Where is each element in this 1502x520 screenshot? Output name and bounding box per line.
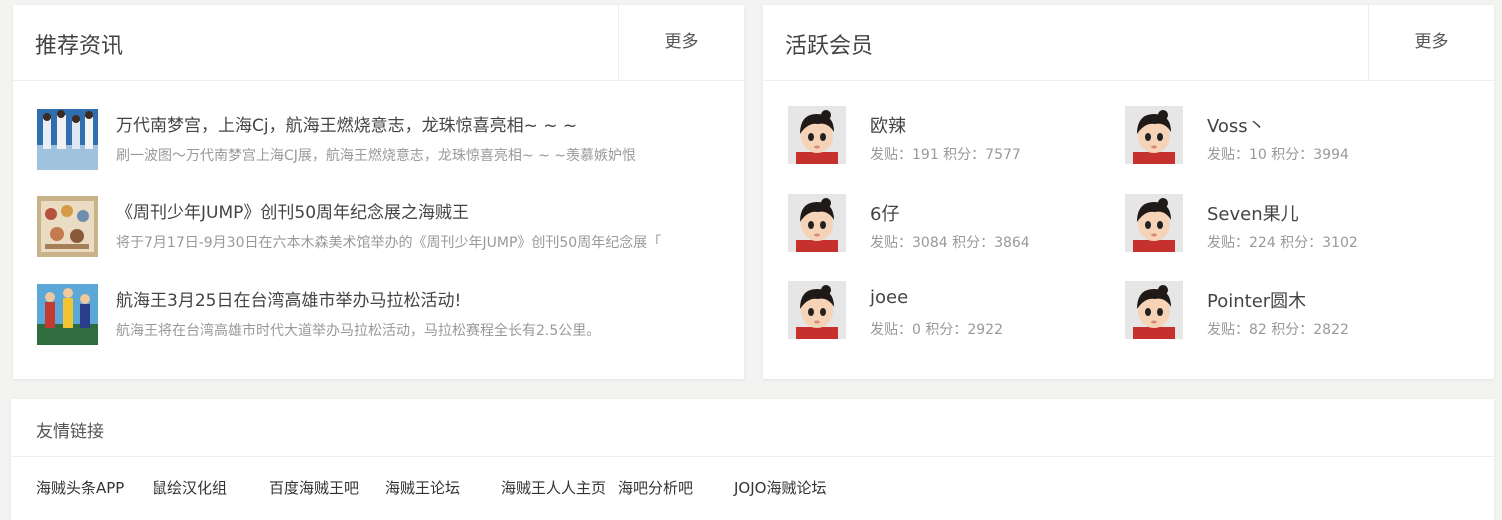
friend-link[interactable]: 海吧分析吧 — [618, 477, 693, 498]
friend-link[interactable]: 海贼王论坛 — [385, 477, 460, 498]
member-name[interactable]: Voss丶 — [1207, 112, 1266, 138]
member-card[interactable]: joee 发贴：0 积分：2922 — [788, 281, 1088, 341]
news-item[interactable]: 航海王3月25日在台湾高雄市举办马拉松活动! 航海王将在台湾高雄市时代大道举办马… — [37, 284, 717, 346]
news-more-button[interactable]: 更多 — [618, 5, 744, 80]
news-description: 航海王将在台湾高雄市时代大道举办马拉松活动，马拉松赛程全长有2.5公里。 — [116, 323, 601, 339]
member-card[interactable]: Voss丶发贴：10 积分：3994 — [1125, 106, 1425, 166]
member-name[interactable]: joee — [870, 287, 908, 308]
member-stats: 发贴：191 积分：7577 — [870, 147, 1021, 163]
avatar[interactable] — [1125, 194, 1183, 252]
news-thumbnail[interactable] — [37, 109, 98, 170]
news-description: 刷一波图～万代南梦宫上海CJ展，航海王燃烧意志，龙珠惊喜亮相~ ~ ~羡慕嫉妒恨 — [116, 148, 636, 164]
member-name[interactable]: 6仔 — [870, 200, 899, 226]
news-item[interactable]: 《周刊少年JUMP》创刊50周年纪念展之海贼王 将于7月17日-9月30日在六本… — [37, 196, 717, 258]
members-more-button[interactable]: 更多 — [1368, 5, 1494, 80]
friend-link[interactable]: 百度海贼王吧 — [269, 477, 359, 498]
friend-link[interactable]: 鼠绘汉化组 — [152, 477, 227, 498]
member-stats: 发贴：0 积分：2922 — [870, 322, 1003, 338]
news-thumbnail[interactable] — [37, 284, 98, 345]
friend-links-header: 友情链接 — [11, 399, 1494, 457]
news-panel-header: 推荐资讯 更多 — [13, 5, 744, 81]
member-card[interactable]: Pointer圆木发贴：82 积分：2822 — [1125, 281, 1425, 341]
news-panel: 推荐资讯 更多 万代南梦宫，上海Cj，航海王燃烧意志，龙珠惊喜亮相~ ~ ~ 刷… — [13, 5, 744, 379]
members-panel: 活跃会员 更多 欧辣发贴：191 积分：7577 Voss丶发贴：10 积分：39… — [763, 5, 1494, 379]
member-stats: 发贴：82 积分：2822 — [1207, 322, 1349, 338]
avatar[interactable] — [1125, 281, 1183, 339]
news-title[interactable]: 万代南梦宫，上海Cj，航海王燃烧意志，龙珠惊喜亮相~ ~ ~ — [116, 111, 716, 136]
news-title[interactable]: 航海王3月25日在台湾高雄市举办马拉松活动! — [116, 286, 716, 311]
member-name[interactable]: 欧辣 — [870, 112, 906, 138]
member-name[interactable]: Seven果儿 — [1207, 200, 1299, 226]
member-stats: 发贴：10 积分：3994 — [1207, 147, 1349, 163]
avatar[interactable] — [1125, 106, 1183, 164]
member-stats: 发贴：3084 积分：3864 — [870, 235, 1030, 251]
members-panel-header: 活跃会员 更多 — [763, 5, 1494, 81]
news-item[interactable]: 万代南梦宫，上海Cj，航海王燃烧意志，龙珠惊喜亮相~ ~ ~ 刷一波图～万代南梦… — [37, 109, 717, 171]
member-card[interactable]: 6仔发贴：3084 积分：3864 — [788, 194, 1088, 254]
avatar[interactable] — [788, 281, 846, 339]
page: 推荐资讯 更多 万代南梦宫，上海Cj，航海王燃烧意志，龙珠惊喜亮相~ ~ ~ 刷… — [0, 0, 1502, 520]
member-name[interactable]: Pointer圆木 — [1207, 287, 1306, 313]
avatar[interactable] — [788, 106, 846, 164]
news-thumbnail[interactable] — [37, 196, 98, 257]
friend-links-title: 友情链接 — [36, 422, 104, 442]
friend-link[interactable]: JOJO海贼论坛 — [734, 477, 826, 498]
avatar[interactable] — [788, 194, 846, 252]
friend-links-panel: 友情链接 海贼头条APP 鼠绘汉化组 百度海贼王吧 海贼王论坛 海贼王人人主页 … — [11, 399, 1494, 520]
member-card[interactable]: 欧辣发贴：191 积分：7577 — [788, 106, 1088, 166]
friend-link[interactable]: 海贼王人人主页 — [501, 477, 606, 498]
members-panel-title: 活跃会员 — [785, 34, 874, 59]
member-stats: 发贴：224 积分：3102 — [1207, 235, 1358, 251]
friend-link[interactable]: 海贼头条APP — [36, 477, 124, 498]
news-panel-title: 推荐资讯 — [35, 34, 124, 59]
member-card[interactable]: Seven果儿发贴：224 积分：3102 — [1125, 194, 1425, 254]
news-title[interactable]: 《周刊少年JUMP》创刊50周年纪念展之海贼王 — [116, 198, 716, 223]
news-description: 将于7月17日-9月30日在六本木森美术馆举办的《周刊少年JUMP》创刊50周年… — [116, 235, 662, 251]
